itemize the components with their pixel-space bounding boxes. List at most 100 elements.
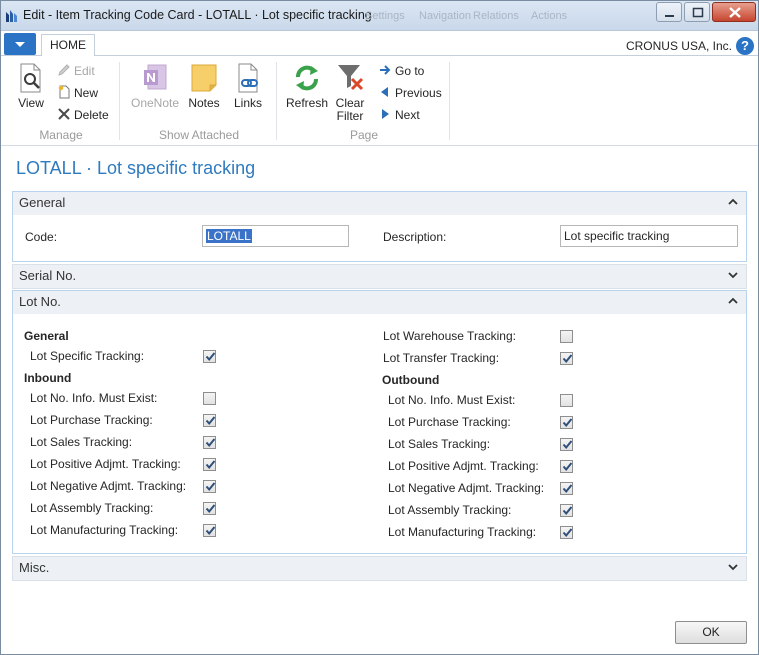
group-label-page: Page xyxy=(349,128,379,142)
inbound-lot-purchase-tracking-label: Lot Purchase Tracking: xyxy=(30,413,153,427)
inbound-lot-manufacturing-tracking-checkbox[interactable] xyxy=(203,524,216,537)
outbound-lot-info-must-exist-label: Lot No. Info. Must Exist: xyxy=(388,393,516,407)
fasttab-lot-body: General Lot Specific Tracking: Inbound L… xyxy=(12,314,747,554)
outbound-lot-purchase-tracking-label: Lot Purchase Tracking: xyxy=(388,415,511,429)
faded-tab: Actions xyxy=(531,10,568,22)
dropdown-arrow-icon xyxy=(15,42,25,47)
go-to-label: Go to xyxy=(395,64,425,78)
chevron-up-icon[interactable] xyxy=(728,197,738,207)
previous-button[interactable]: Previous xyxy=(378,85,442,100)
checkmark-icon xyxy=(205,482,216,492)
delete-label: Delete xyxy=(74,108,109,122)
application-menu-button[interactable] xyxy=(4,33,36,55)
inbound-lot-manufacturing-tracking-label: Lot Manufacturing Tracking: xyxy=(30,523,179,537)
inbound-lot-negative-adjmt-tracking-label: Lot Negative Adjmt. Tracking: xyxy=(30,479,187,493)
inbound-lot-info-must-exist-label: Lot No. Info. Must Exist: xyxy=(30,391,158,405)
section-outbound-heading: Outbound xyxy=(382,373,440,387)
item-tracking-code-card-window: Edit - Item Tracking Code Card - LOTALL … xyxy=(0,0,759,655)
inbound-lot-purchase-tracking-checkbox[interactable] xyxy=(203,414,216,427)
notes-button[interactable]: Notes xyxy=(185,62,223,110)
inbound-lot-positive-adjmt-tracking-checkbox[interactable] xyxy=(203,458,216,471)
delete-x-icon xyxy=(58,108,70,120)
checkmark-icon xyxy=(205,526,216,536)
outbound-lot-negative-adjmt-tracking-checkbox[interactable] xyxy=(560,482,573,495)
code-field[interactable]: LOTALL xyxy=(202,225,349,247)
lot-transfer-tracking-label: Lot Transfer Tracking: xyxy=(383,351,500,365)
minimize-button[interactable] xyxy=(656,2,682,22)
chevron-up-icon[interactable] xyxy=(728,296,738,306)
fasttab-misc-title: Misc. xyxy=(19,560,50,575)
dynamics-nav-logo-icon xyxy=(6,10,17,22)
checkmark-icon xyxy=(562,462,573,472)
page-title: LOTALL · Lot specific tracking xyxy=(16,158,256,178)
outbound-lot-assembly-tracking-checkbox[interactable] xyxy=(560,504,573,517)
lot-transfer-tracking-checkbox[interactable] xyxy=(560,352,573,365)
inbound-lot-positive-adjmt-tracking-label: Lot Positive Adjmt. Tracking: xyxy=(30,457,181,471)
next-label: Next xyxy=(395,108,420,122)
close-button[interactable] xyxy=(712,2,756,22)
inbound-lot-info-must-exist-checkbox[interactable] xyxy=(203,392,216,405)
fasttab-lot-title: Lot No. xyxy=(19,294,61,309)
new-button[interactable]: New xyxy=(57,85,98,100)
outbound-lot-negative-adjmt-tracking-label: Lot Negative Adjmt. Tracking: xyxy=(388,481,545,495)
checkmark-icon xyxy=(562,440,573,450)
section-inbound-heading: Inbound xyxy=(24,371,72,385)
refresh-label: Refresh xyxy=(285,96,329,110)
outbound-lot-sales-tracking-checkbox[interactable] xyxy=(560,438,573,451)
delete-button[interactable]: Delete xyxy=(57,107,109,122)
previous-label: Previous xyxy=(395,86,442,100)
description-field[interactable]: Lot specific tracking xyxy=(560,225,738,247)
chevron-down-icon[interactable] xyxy=(728,562,738,572)
ok-button[interactable]: OK xyxy=(675,621,747,644)
lot-specific-tracking-checkbox[interactable] xyxy=(203,350,216,363)
inbound-lot-negative-adjmt-tracking-checkbox[interactable] xyxy=(203,480,216,493)
fasttab-serial-title: Serial No. xyxy=(19,268,77,283)
checkmark-icon xyxy=(205,504,216,514)
fasttab-general-header[interactable]: General xyxy=(12,191,747,216)
new-document-icon xyxy=(58,85,70,99)
ribbon: View Edit New Delete Manage OneNote Note… xyxy=(1,56,758,146)
lot-warehouse-tracking-label: Lot Warehouse Tracking: xyxy=(383,329,516,343)
ribbon-separator xyxy=(449,62,450,140)
faded-tab: Relations xyxy=(473,10,519,22)
clear-filter-button[interactable]: Clear Filter xyxy=(333,62,367,123)
faded-tab: Settings xyxy=(365,10,405,22)
section-general-heading: General xyxy=(24,329,69,343)
refresh-icon xyxy=(296,65,318,91)
inbound-lot-sales-tracking-checkbox[interactable] xyxy=(203,436,216,449)
lot-warehouse-tracking-checkbox[interactable] xyxy=(560,330,573,343)
clear-filter-label-2: Filter xyxy=(336,109,364,123)
fasttab-serial-header[interactable]: Serial No. xyxy=(12,264,747,289)
maximize-icon xyxy=(692,7,704,18)
outbound-lot-sales-tracking-label: Lot Sales Tracking: xyxy=(388,437,491,451)
tab-home[interactable]: HOME xyxy=(41,34,95,57)
group-label-manage: Manage xyxy=(39,128,83,142)
checkmark-icon xyxy=(562,528,573,538)
outbound-lot-manufacturing-tracking-checkbox[interactable] xyxy=(560,526,573,539)
outbound-lot-positive-adjmt-tracking-checkbox[interactable] xyxy=(560,460,573,473)
outbound-lot-info-must-exist-checkbox[interactable] xyxy=(560,394,573,407)
chevron-down-icon[interactable] xyxy=(728,270,738,280)
faded-tab: Navigation xyxy=(419,10,471,22)
next-button[interactable]: Next xyxy=(378,107,420,122)
outbound-lot-assembly-tracking-label: Lot Assembly Tracking: xyxy=(388,503,512,517)
edit-button[interactable]: Edit xyxy=(57,63,95,78)
fasttab-lot-header[interactable]: Lot No. xyxy=(12,290,747,315)
outbound-lot-purchase-tracking-checkbox[interactable] xyxy=(560,416,573,429)
go-to-button[interactable]: Go to xyxy=(378,63,424,78)
inbound-lot-assembly-tracking-checkbox[interactable] xyxy=(203,502,216,515)
fasttab-general-title: General xyxy=(19,195,66,210)
checkmark-icon xyxy=(562,354,573,364)
fasttab-misc-header[interactable]: Misc. xyxy=(12,556,747,581)
checkmark-icon xyxy=(562,506,573,516)
maximize-button[interactable] xyxy=(684,2,710,22)
inbound-lot-assembly-tracking-label: Lot Assembly Tracking: xyxy=(30,501,154,515)
view-button[interactable]: View xyxy=(9,62,53,110)
help-icon[interactable]: ? xyxy=(736,37,754,55)
triangle-right-icon xyxy=(382,109,389,119)
onenote-button[interactable]: OneNote xyxy=(127,62,183,110)
code-label: Code: xyxy=(25,230,58,244)
description-label: Description: xyxy=(383,230,447,244)
refresh-button[interactable]: Refresh xyxy=(284,62,330,110)
links-button[interactable]: Links xyxy=(229,62,267,110)
